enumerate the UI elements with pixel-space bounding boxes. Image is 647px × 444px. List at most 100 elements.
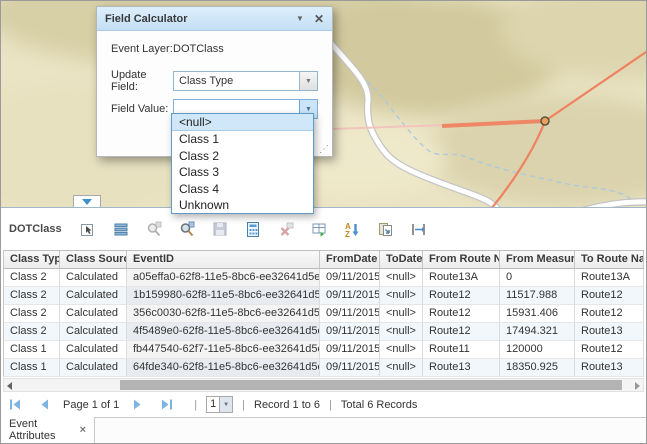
table-cell: fb447540-62f7-11e5-8bc6-ee32641d5ec9 xyxy=(127,341,320,359)
record-range-label: Record 1 to 6 xyxy=(254,399,320,411)
first-page-icon[interactable] xyxy=(9,398,22,411)
show-selected-records-icon[interactable] xyxy=(113,221,130,238)
update-field-value: Class Type xyxy=(174,72,299,90)
table-cell: 1b159980-62f8-11e5-8bc6-ee32641d5ec9 xyxy=(127,287,320,305)
fit-column-widths-icon[interactable] xyxy=(410,221,427,238)
add-records-icon[interactable] xyxy=(311,221,328,238)
table-cell: <null> xyxy=(380,287,423,305)
table-row[interactable]: Class 1Calculatedfb447540-62f7-11e5-8bc6… xyxy=(3,341,644,359)
sort-records-icon[interactable]: AZ xyxy=(344,221,361,238)
table-cell: 64fde340-62f8-11e5-8bc6-ee32641d5ec9 xyxy=(127,359,320,377)
svg-text:Z: Z xyxy=(345,230,350,238)
table-cell: Class 1 xyxy=(3,341,60,359)
table-cell: Route12 xyxy=(423,305,500,323)
scrollbar-thumb[interactable] xyxy=(120,380,622,390)
delete-selected-icon xyxy=(278,221,295,238)
caret-down-icon[interactable]: ▼ xyxy=(296,14,304,23)
table-row[interactable]: Class 1Calculated64fde340-62f8-11e5-8bc6… xyxy=(3,359,644,377)
table-cell: 0 xyxy=(500,269,575,287)
scroll-left-icon[interactable] xyxy=(7,382,12,390)
table-cell: Calculated xyxy=(60,323,127,341)
application-window: Field Calculator ▼ ✕ Event Layer: DOTCla… xyxy=(0,0,647,444)
page-number-select[interactable]: 1 ▼ xyxy=(206,396,233,413)
table-cell: Class 2 xyxy=(3,323,60,341)
table-cell: Class 1 xyxy=(3,359,60,377)
field-calculator-icon[interactable] xyxy=(245,221,262,238)
column-header[interactable]: FromDate xyxy=(320,251,380,269)
copy-records-icon[interactable] xyxy=(377,221,394,238)
tab-event-attributes[interactable]: Event Attributes × xyxy=(1,417,95,443)
table-row[interactable]: Class 2Calculated4f5489e0-62f8-11e5-8bc6… xyxy=(3,323,644,341)
table-cell: 15931.406 xyxy=(500,305,575,323)
table-cell: 09/11/2015 xyxy=(320,269,380,287)
table-cell: 11517.988 xyxy=(500,287,575,305)
column-header[interactable]: Class Source xyxy=(60,251,127,269)
table-row[interactable]: Class 2Calculated1b159980-62f8-11e5-8bc6… xyxy=(3,287,644,305)
route-junction-marker xyxy=(541,117,549,125)
horizontal-scrollbar[interactable] xyxy=(3,378,644,392)
column-header[interactable]: From Route Name xyxy=(423,251,500,269)
table-cell: Route11 xyxy=(423,341,500,359)
dropdown-option[interactable]: Class 3 xyxy=(172,164,313,180)
dropdown-option[interactable]: Class 1 xyxy=(172,131,313,147)
table-cell: Route13 xyxy=(575,359,644,377)
select-records-icon[interactable] xyxy=(80,221,97,238)
column-header[interactable]: Class Type xyxy=(3,251,60,269)
attribute-table-panel: DOTClass xyxy=(1,207,646,417)
update-field-label: Update Field: xyxy=(111,69,173,93)
resize-grip-icon[interactable]: ⋰ xyxy=(319,145,329,155)
table-body: Class 2Calculateda05effa0-62f8-11e5-8bc6… xyxy=(3,269,644,377)
previous-page-icon[interactable] xyxy=(38,398,51,411)
save-results-icon xyxy=(212,221,229,238)
column-header[interactable]: EventID xyxy=(127,251,320,269)
table-cell: 18350.925 xyxy=(500,359,575,377)
zoom-to-selected-icon xyxy=(146,221,163,238)
chevron-down-icon[interactable]: ▼ xyxy=(299,72,317,90)
table-cell: Calculated xyxy=(60,341,127,359)
table-cell: Calculated xyxy=(60,359,127,377)
table-cell: 4f5489e0-62f8-11e5-8bc6-ee32641d5ec9 xyxy=(127,323,320,341)
dropdown-option[interactable]: <null> xyxy=(172,114,313,131)
event-layer-label: Event Layer: xyxy=(111,43,173,55)
chevron-down-icon[interactable]: ▼ xyxy=(219,397,232,412)
table-header-row: Class TypeClass SourceEventIDFromDateToD… xyxy=(3,250,644,269)
close-icon[interactable]: × xyxy=(80,424,86,436)
table-row[interactable]: Class 2Calculateda05effa0-62f8-11e5-8bc6… xyxy=(3,269,644,287)
dropdown-option[interactable]: Class 2 xyxy=(172,148,313,164)
panel-collapse-tab[interactable] xyxy=(73,195,101,207)
table-cell: 09/11/2015 xyxy=(320,323,380,341)
table-row[interactable]: Class 2Calculated356c0030-62f8-11e5-8bc6… xyxy=(3,305,644,323)
field-value-label: Field Value: xyxy=(111,103,173,115)
update-field-select[interactable]: Class Type ▼ xyxy=(173,71,318,91)
tab-label: Event Attributes xyxy=(9,418,71,442)
column-header[interactable]: From Measure xyxy=(500,251,575,269)
last-page-icon[interactable] xyxy=(160,398,173,411)
table-cell: Calculated xyxy=(60,269,127,287)
table-cell: Class 2 xyxy=(3,305,60,323)
column-header[interactable]: ToDate xyxy=(380,251,423,269)
scroll-right-icon[interactable] xyxy=(635,382,640,390)
triangle-down-icon xyxy=(82,199,92,205)
next-page-icon[interactable] xyxy=(131,398,144,411)
table-cell: Calculated xyxy=(60,287,127,305)
table-cell: 09/11/2015 xyxy=(320,305,380,323)
table-cell: Route13A xyxy=(575,269,644,287)
table-cell: Calculated xyxy=(60,305,127,323)
pan-to-selected-icon[interactable] xyxy=(179,221,196,238)
dropdown-option[interactable]: Unknown xyxy=(172,197,313,213)
tab-bar: Event Attributes × xyxy=(1,417,646,443)
total-records-label: Total 6 Records xyxy=(341,399,417,411)
column-header[interactable]: To Route Name xyxy=(575,251,644,269)
table-cell: Route12 xyxy=(423,287,500,305)
page-label: Page 1 of 1 xyxy=(63,399,119,411)
table-cell: Route12 xyxy=(575,287,644,305)
dropdown-option[interactable]: Class 4 xyxy=(172,181,313,197)
layer-name-label: DOTClass xyxy=(9,223,62,235)
dialog-title: Field Calculator xyxy=(105,13,188,25)
dialog-title-bar[interactable]: Field Calculator ▼ ✕ xyxy=(97,7,332,31)
table-cell: Class 2 xyxy=(3,269,60,287)
close-icon[interactable]: ✕ xyxy=(314,12,324,26)
table-cell: 09/11/2015 xyxy=(320,287,380,305)
table-cell: 09/11/2015 xyxy=(320,341,380,359)
table-cell: <null> xyxy=(380,323,423,341)
